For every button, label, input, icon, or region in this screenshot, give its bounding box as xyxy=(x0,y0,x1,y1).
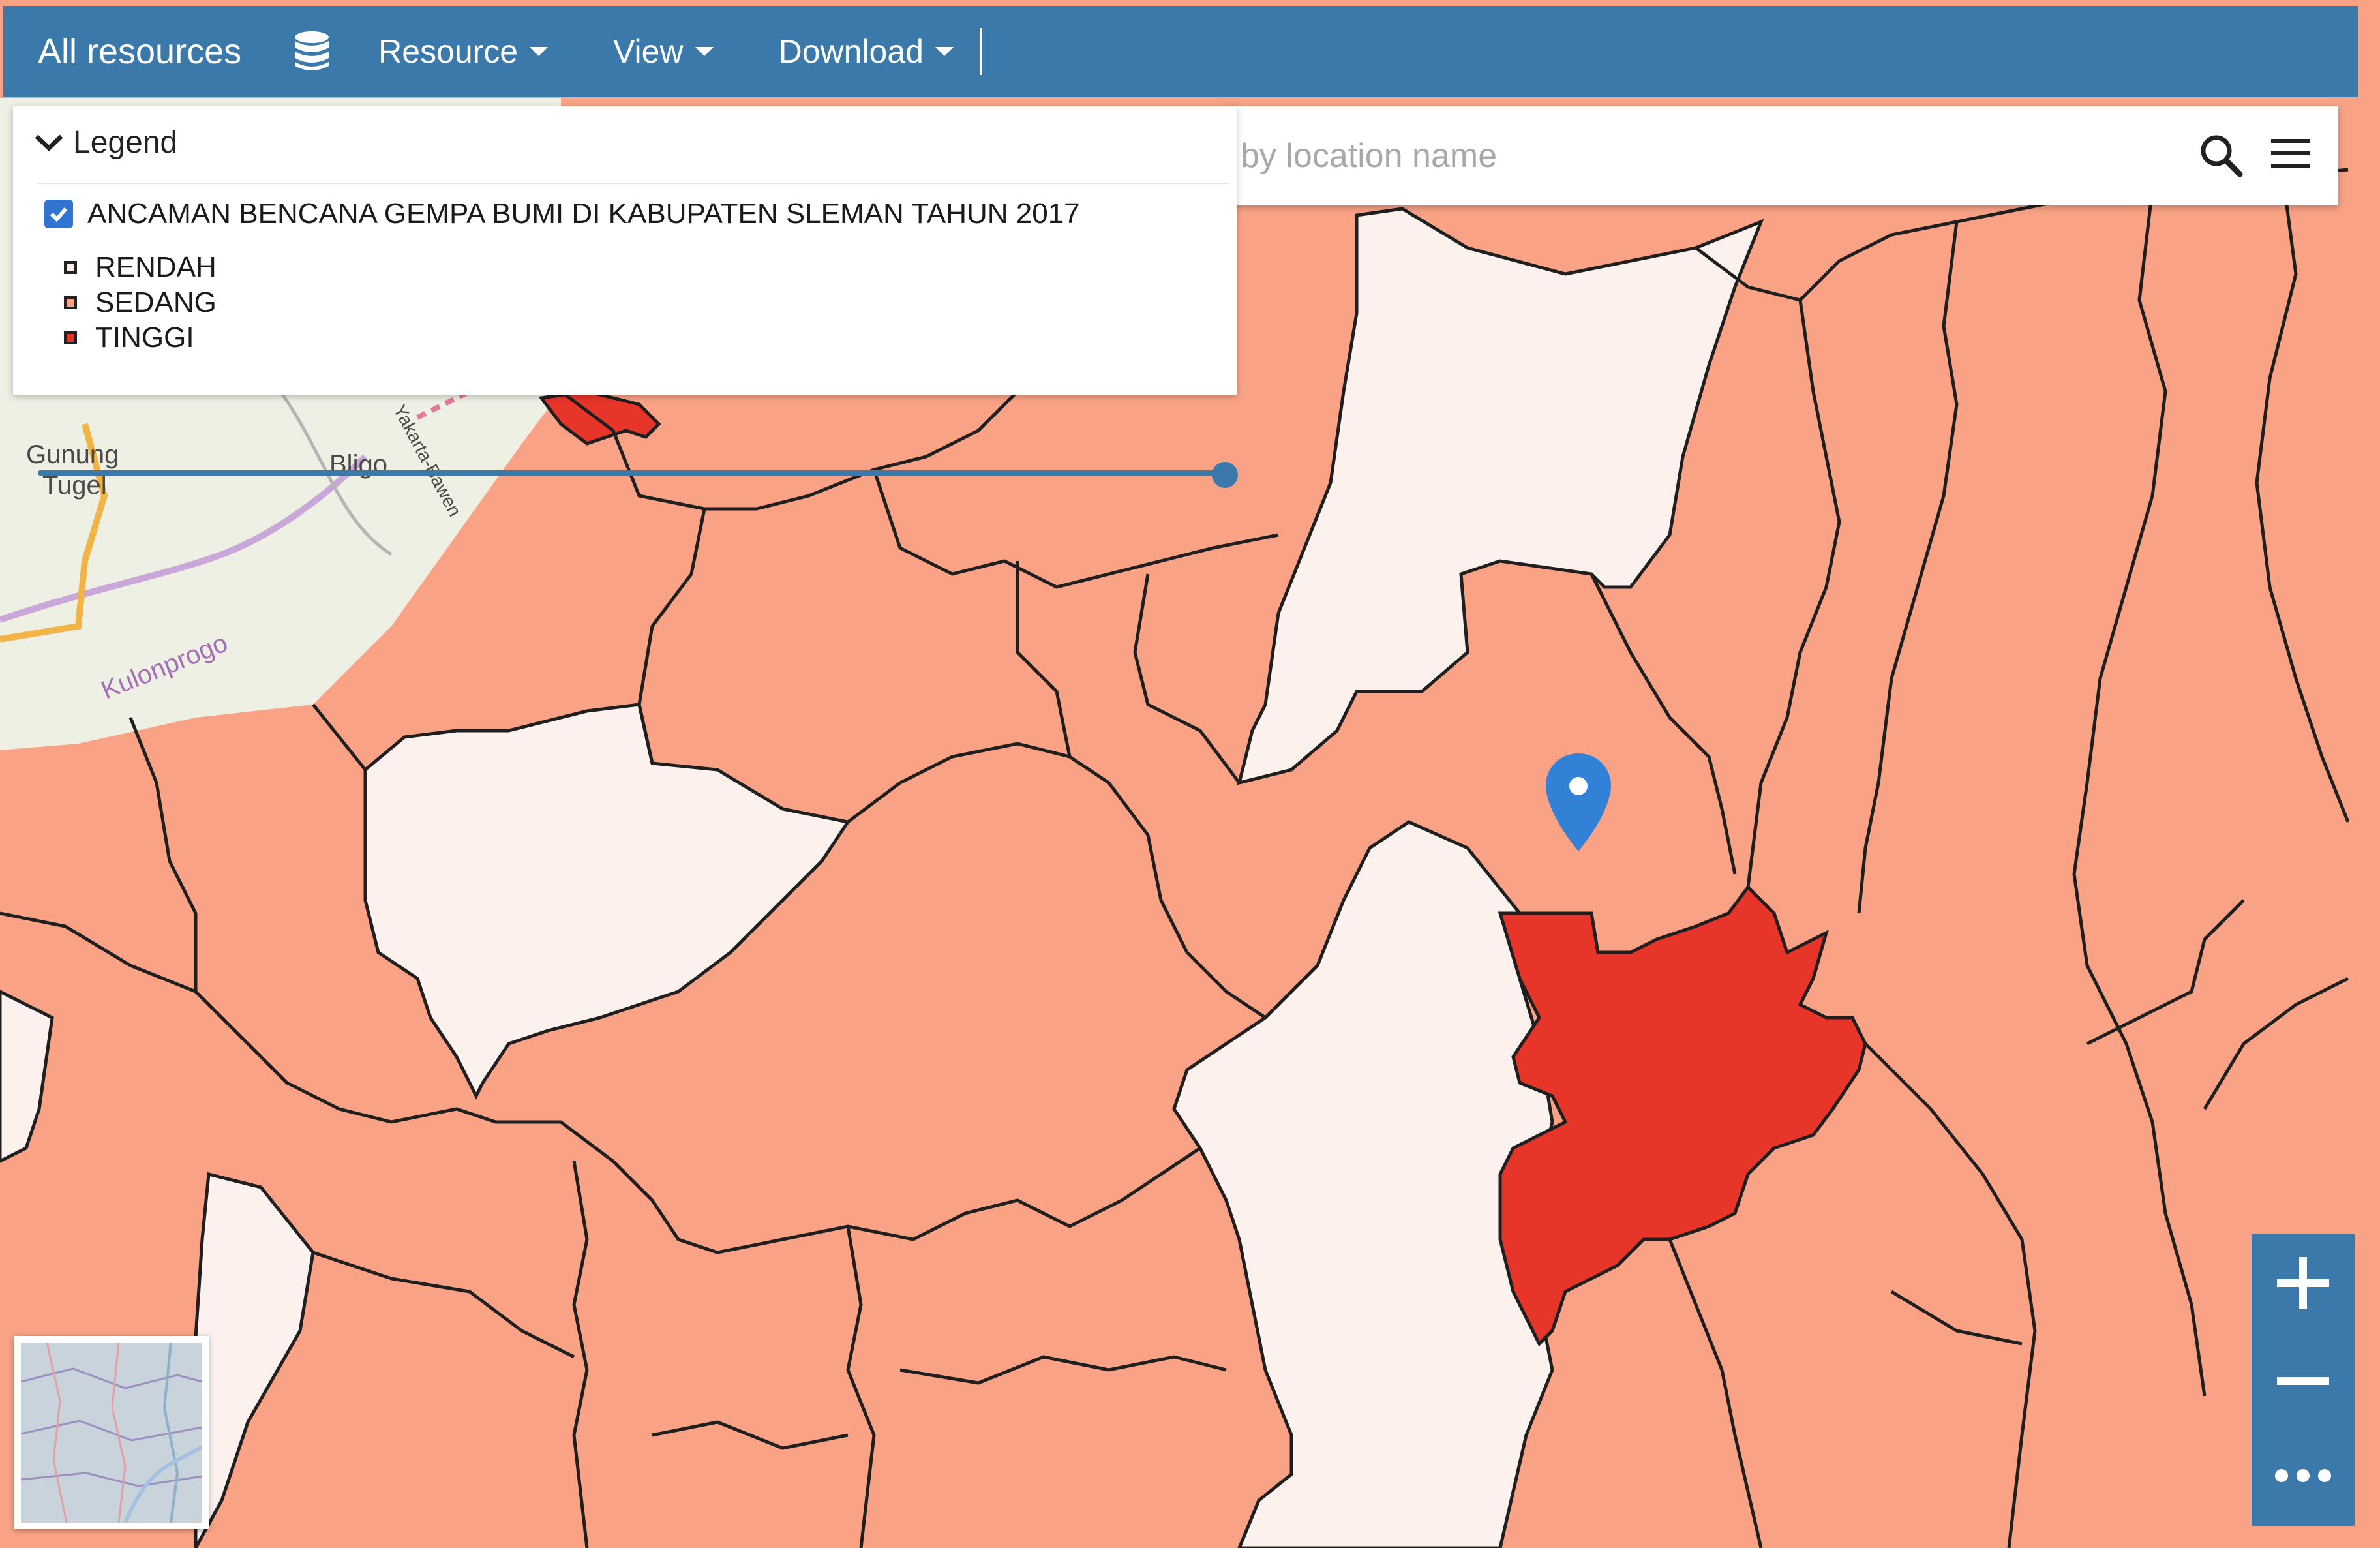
legend-label: RENDAH xyxy=(95,251,217,283)
opacity-slider-handle[interactable] xyxy=(1212,462,1238,488)
overview-map-image xyxy=(21,1343,202,1523)
resource-menu[interactable]: Resource xyxy=(378,33,549,70)
hamburger-menu-icon[interactable] xyxy=(2270,135,2322,181)
plus-icon xyxy=(2277,1257,2329,1309)
check-icon xyxy=(50,207,68,222)
chevron-down-icon xyxy=(530,47,549,56)
basemap-label-place: Gunung xyxy=(26,440,119,469)
download-menu-label: Download xyxy=(778,33,924,70)
legend-toggle[interactable]: Legend xyxy=(33,125,177,160)
zoom-in-button[interactable] xyxy=(2252,1237,2355,1329)
legend-swatch xyxy=(64,296,77,309)
database-icon[interactable] xyxy=(294,29,333,74)
layer-row: ANCAMAN BENCANA GEMPA BUMI DI KABUPATEN … xyxy=(44,198,1080,230)
minus-icon xyxy=(2277,1377,2329,1385)
location-search-bar xyxy=(1226,106,2338,205)
more-dots-icon xyxy=(2275,1469,2331,1482)
layer-opacity-slider[interactable] xyxy=(38,470,1228,476)
legend-classes: RENDAH SEDANG TINGGI xyxy=(64,250,217,356)
resource-menu-label: Resource xyxy=(378,33,519,70)
more-options-button[interactable] xyxy=(2252,1430,2355,1521)
legend-swatch xyxy=(64,331,77,344)
toolbar-divider xyxy=(979,28,982,75)
zoom-out-button[interactable] xyxy=(2252,1335,2355,1427)
legend-panel: Legend ANCAMAN BENCANA GEMPA BUMI DI KAB… xyxy=(13,106,1238,488)
search-icon[interactable] xyxy=(2198,132,2250,185)
legend-label: TINGGI xyxy=(95,322,194,354)
legend-label: SEDANG xyxy=(95,286,217,318)
overview-map[interactable] xyxy=(14,1336,209,1529)
view-menu-label: View xyxy=(613,33,684,70)
legend-divider xyxy=(38,183,1229,184)
location-search-input[interactable] xyxy=(1239,136,2155,176)
legend-item-sedang: SEDANG xyxy=(64,285,217,320)
legend-item-tinggi: TINGGI xyxy=(64,320,217,356)
chevron-down-icon xyxy=(695,47,714,56)
legend-swatch xyxy=(64,261,77,274)
layer-visibility-checkbox[interactable] xyxy=(44,200,73,228)
chevron-down-icon xyxy=(935,47,954,56)
all-resources-title[interactable]: All resources xyxy=(38,31,241,72)
zoom-controls xyxy=(2252,1234,2355,1526)
legend-title: Legend xyxy=(73,125,178,160)
top-toolbar: All resources Resource View Download xyxy=(3,6,2358,97)
legend-item-rendah: RENDAH xyxy=(64,250,217,285)
download-menu[interactable]: Download xyxy=(779,33,954,70)
view-menu[interactable]: View xyxy=(613,33,714,70)
chevron-down-icon xyxy=(35,134,63,151)
layer-name: ANCAMAN BENCANA GEMPA BUMI DI KABUPATEN … xyxy=(87,198,1080,230)
